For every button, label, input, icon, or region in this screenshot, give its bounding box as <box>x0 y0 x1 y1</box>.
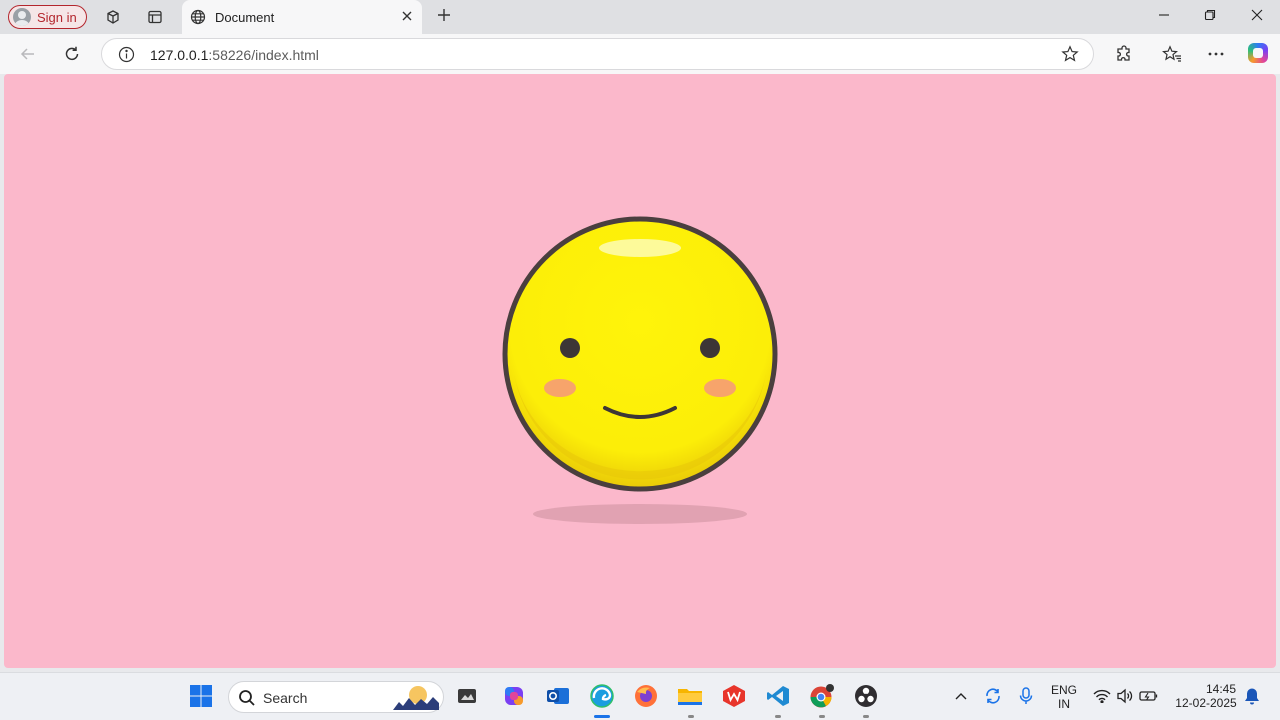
url-host: 127.0.0.1 <box>150 47 209 63</box>
edge-browser-icon[interactable] <box>589 683 615 709</box>
running-indicator <box>819 715 825 718</box>
firefox-icon[interactable] <box>633 683 659 709</box>
copilot-icon[interactable] <box>1248 43 1268 63</box>
clock-time: 14:45 <box>1205 682 1236 696</box>
sync-icon[interactable] <box>981 683 1005 709</box>
smiley-face <box>502 216 778 492</box>
outlook-icon[interactable] <box>545 683 571 709</box>
url-text: 127.0.0.1:58226/index.html <box>150 47 319 63</box>
face-highlight <box>599 239 681 257</box>
page-viewport <box>4 74 1276 668</box>
search-highlight-art-icon <box>393 686 439 710</box>
wps-office-icon[interactable] <box>721 683 747 709</box>
window-close-icon[interactable] <box>1234 6 1280 28</box>
file-explorer-icon[interactable] <box>677 683 703 709</box>
vscode-icon[interactable] <box>765 683 791 709</box>
microphone-icon[interactable] <box>1014 683 1038 709</box>
new-tab-icon[interactable] <box>434 6 454 26</box>
sign-in-label: Sign in <box>37 9 77 25</box>
globe-icon <box>190 9 206 30</box>
extensions-icon[interactable] <box>1114 44 1134 64</box>
left-eye <box>560 338 580 358</box>
restore-icon[interactable] <box>1187 6 1233 28</box>
search-icon <box>238 689 256 712</box>
favorites-icon[interactable] <box>1162 44 1182 64</box>
language-code: ENG <box>1050 683 1077 697</box>
minimize-icon[interactable] <box>1141 6 1187 28</box>
more-icon[interactable] <box>1206 44 1226 64</box>
show-hidden-icons-chevron-icon[interactable] <box>949 683 973 709</box>
obs-studio-icon[interactable] <box>853 683 879 709</box>
windows-start-icon[interactable] <box>188 683 214 709</box>
search-label: Search <box>263 690 308 706</box>
running-indicator <box>688 715 694 718</box>
close-icon[interactable] <box>400 9 414 28</box>
refresh-icon[interactable] <box>61 43 83 65</box>
notification-bell-icon[interactable] <box>1240 683 1264 709</box>
taskbar: Search ENG IN 14:45 12-02-2025 <box>0 672 1280 720</box>
speaker-icon[interactable] <box>1113 683 1137 709</box>
clock-date: 12-02-2025 <box>1175 696 1237 710</box>
task-view-icon[interactable] <box>454 683 480 709</box>
workspaces-icon[interactable] <box>104 8 122 26</box>
language-indicator[interactable]: ENG IN <box>1046 683 1082 711</box>
running-indicator <box>775 715 781 718</box>
chrome-icon[interactable] <box>809 683 835 709</box>
taskbar-search[interactable]: Search <box>228 681 444 713</box>
running-indicator <box>863 715 869 718</box>
back-icon[interactable] <box>17 43 39 65</box>
tab-actions-icon[interactable] <box>146 8 164 26</box>
tab-title: Document <box>215 10 275 25</box>
user-icon <box>13 8 31 26</box>
right-eye <box>700 338 720 358</box>
active-indicator <box>594 715 610 718</box>
left-cheek <box>544 379 576 397</box>
region-code: IN <box>1058 697 1070 711</box>
url-path: :58226/index.html <box>208 47 319 63</box>
clock[interactable]: 14:45 12-02-2025 <box>1170 682 1242 710</box>
copilot-app-icon[interactable] <box>501 683 527 709</box>
info-icon[interactable] <box>118 46 135 68</box>
wifi-icon[interactable] <box>1090 683 1114 709</box>
favorite-star-icon[interactable] <box>1061 45 1079 68</box>
battery-icon[interactable] <box>1137 683 1161 709</box>
face-shadow <box>533 504 747 524</box>
sign-in-button[interactable]: Sign in <box>8 5 87 29</box>
right-cheek <box>704 379 736 397</box>
address-bar[interactable]: 127.0.0.1:58226/index.html <box>101 38 1094 70</box>
tab-document[interactable]: Document <box>182 0 422 34</box>
browser-toolbar: 127.0.0.1:58226/index.html <box>0 34 1280 74</box>
smiley-scene <box>502 216 778 524</box>
tab-strip: Sign in Document <box>0 0 1280 34</box>
